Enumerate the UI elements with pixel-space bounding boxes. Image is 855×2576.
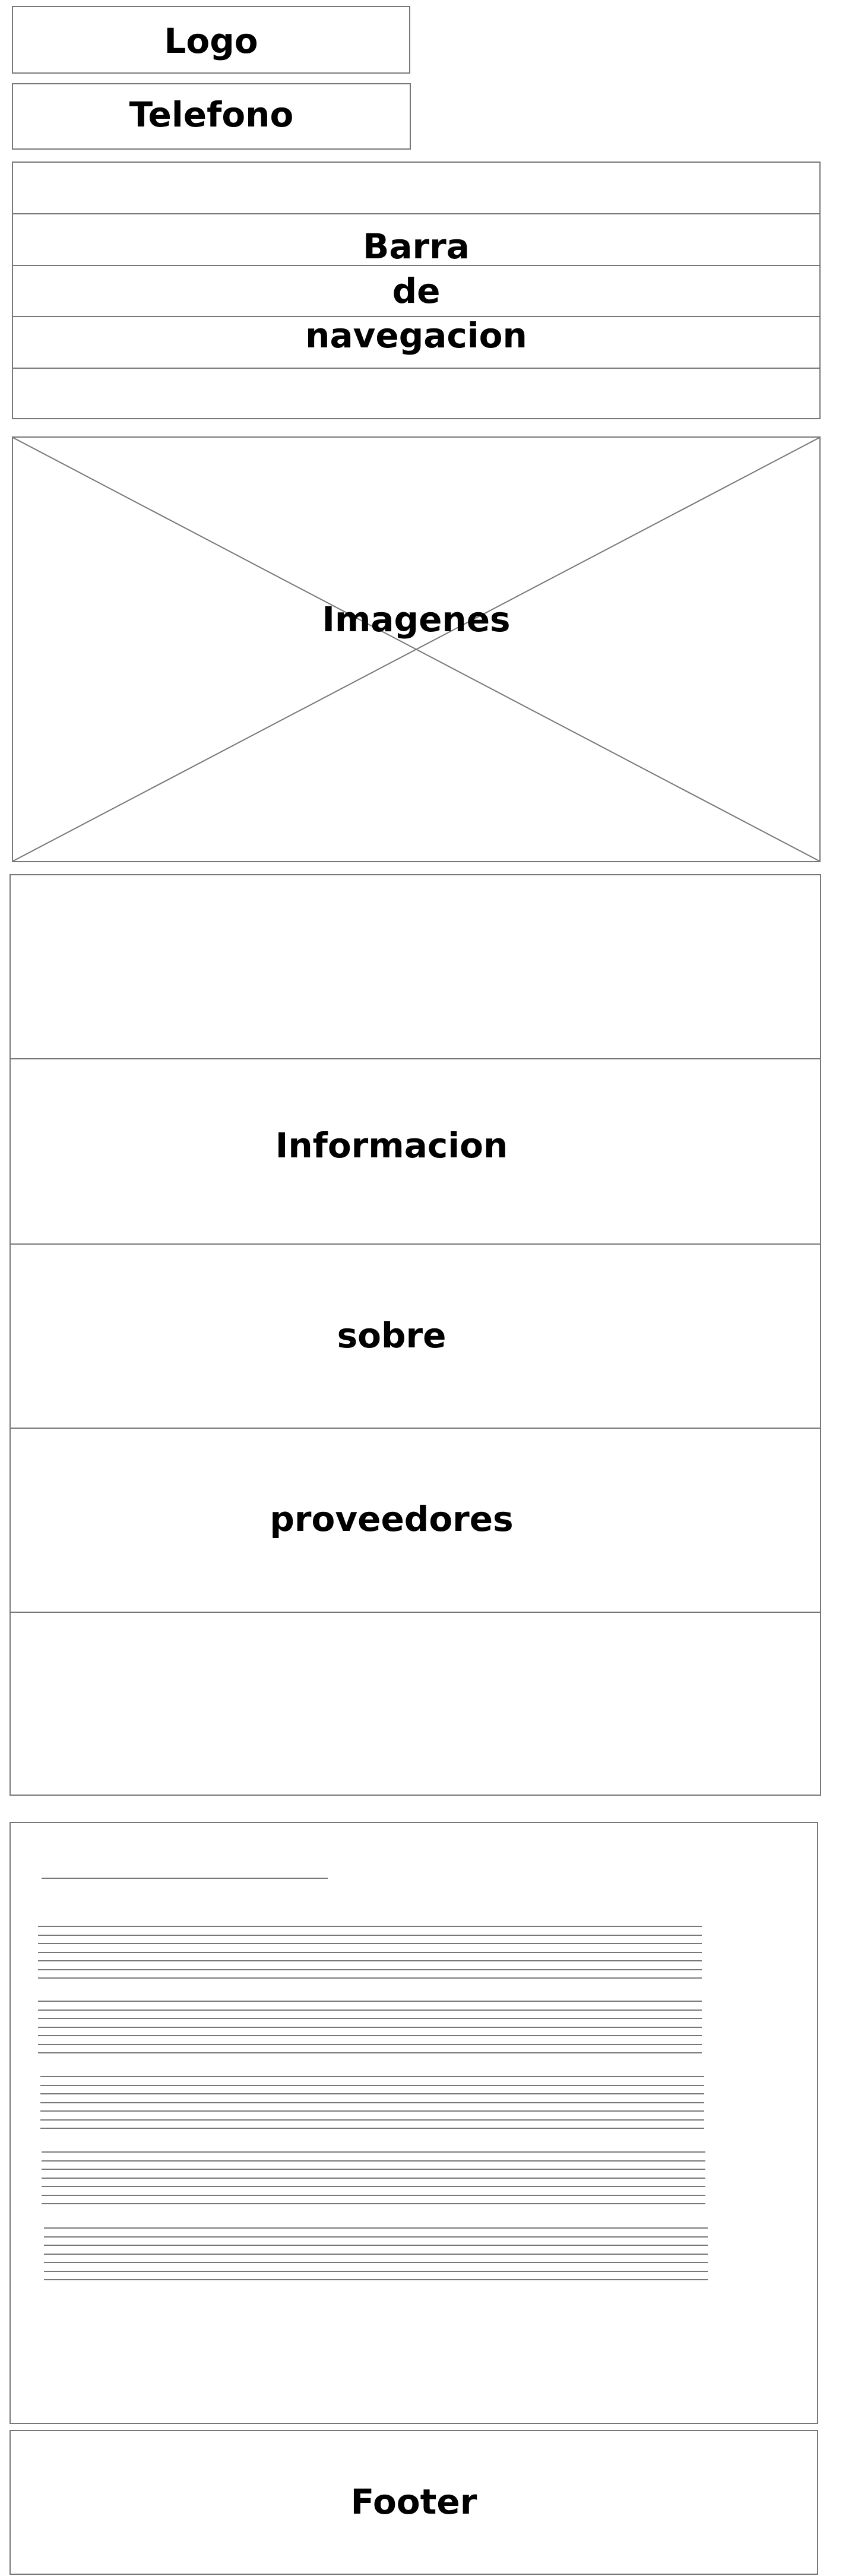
paragraph-placeholder-line bbox=[38, 1934, 702, 1936]
paragraph-placeholder-line bbox=[38, 2009, 702, 2011]
paragraph-placeholder-line bbox=[40, 2119, 704, 2121]
paragraph-placeholder-line bbox=[44, 2262, 708, 2263]
hero-label: Imagenes bbox=[322, 599, 511, 640]
logo-label: Logo bbox=[164, 21, 258, 61]
paragraph-placeholder-line bbox=[42, 2203, 705, 2204]
nav-label-line-3: navegacion bbox=[305, 315, 527, 356]
nav-label-line-1: Barra bbox=[363, 226, 470, 267]
paragraph-placeholder-line bbox=[42, 2160, 705, 2162]
paragraph-placeholder-line bbox=[38, 2026, 702, 2028]
paragraph-placeholder-line bbox=[38, 2043, 702, 2045]
paragraph-placeholder-line bbox=[42, 2194, 705, 2196]
paragraph-placeholder-line bbox=[38, 1943, 702, 1944]
providers-label-line-3: proveedores bbox=[270, 1499, 514, 1539]
logo-box[interactable]: Logo bbox=[12, 6, 410, 74]
paragraph-placeholder-line bbox=[44, 2253, 708, 2255]
paragraph-placeholder-line bbox=[42, 2151, 705, 2153]
phone-label: Telefono bbox=[129, 94, 294, 135]
providers-info-section: Informacion sobre proveedores bbox=[10, 874, 821, 1796]
footer-label: Footer bbox=[350, 2482, 477, 2522]
phone-box[interactable]: Telefono bbox=[12, 83, 411, 150]
paragraph-placeholder-line bbox=[40, 2128, 704, 2129]
paragraph-placeholder-line bbox=[44, 2227, 708, 2229]
paragraph-placeholder-line bbox=[38, 1926, 702, 1927]
heading-placeholder-line bbox=[42, 1878, 328, 1879]
nav-divider bbox=[13, 213, 819, 214]
paragraph-placeholder-line bbox=[38, 1969, 702, 1970]
paragraph-placeholder-line bbox=[44, 2236, 708, 2238]
hero-image-placeholder: Imagenes bbox=[12, 436, 821, 862]
paragraph-placeholder-line bbox=[40, 2076, 704, 2077]
nav-divider bbox=[13, 368, 819, 369]
providers-label-line-1: Informacion bbox=[275, 1125, 508, 1166]
paragraph-placeholder-line bbox=[44, 2245, 708, 2246]
nav-label-line-2: de bbox=[392, 271, 441, 311]
providers-divider bbox=[11, 1243, 820, 1245]
paragraph-placeholder-line bbox=[42, 2169, 705, 2170]
providers-divider bbox=[11, 1058, 820, 1059]
providers-label-line-2: sobre bbox=[337, 1315, 446, 1356]
paragraph-placeholder-line bbox=[42, 2186, 705, 2187]
providers-divider bbox=[11, 1428, 820, 1429]
providers-divider bbox=[11, 1612, 820, 1613]
footer: Footer bbox=[10, 2430, 818, 2575]
paragraph-placeholder-line bbox=[38, 2001, 702, 2002]
paragraph-placeholder-line bbox=[38, 1977, 702, 1979]
text-content-block bbox=[10, 1822, 818, 2424]
paragraph-placeholder-line bbox=[40, 2110, 704, 2112]
paragraph-placeholder-line bbox=[40, 2102, 704, 2103]
paragraph-placeholder-line bbox=[38, 2035, 702, 2036]
paragraph-placeholder-line bbox=[38, 2018, 702, 2019]
paragraph-placeholder-line bbox=[40, 2084, 704, 2086]
paragraph-placeholder-line bbox=[38, 1951, 702, 1953]
paragraph-placeholder-line bbox=[38, 2052, 702, 2053]
paragraph-placeholder-line bbox=[44, 2270, 708, 2272]
paragraph-placeholder-line bbox=[38, 1960, 702, 1961]
paragraph-placeholder-line bbox=[42, 2177, 705, 2179]
image-placeholder-icon bbox=[13, 438, 819, 861]
navigation-bar: Barra de navegacion bbox=[12, 162, 821, 419]
paragraph-placeholder-line bbox=[40, 2093, 704, 2094]
paragraph-placeholder-line bbox=[44, 2279, 708, 2280]
